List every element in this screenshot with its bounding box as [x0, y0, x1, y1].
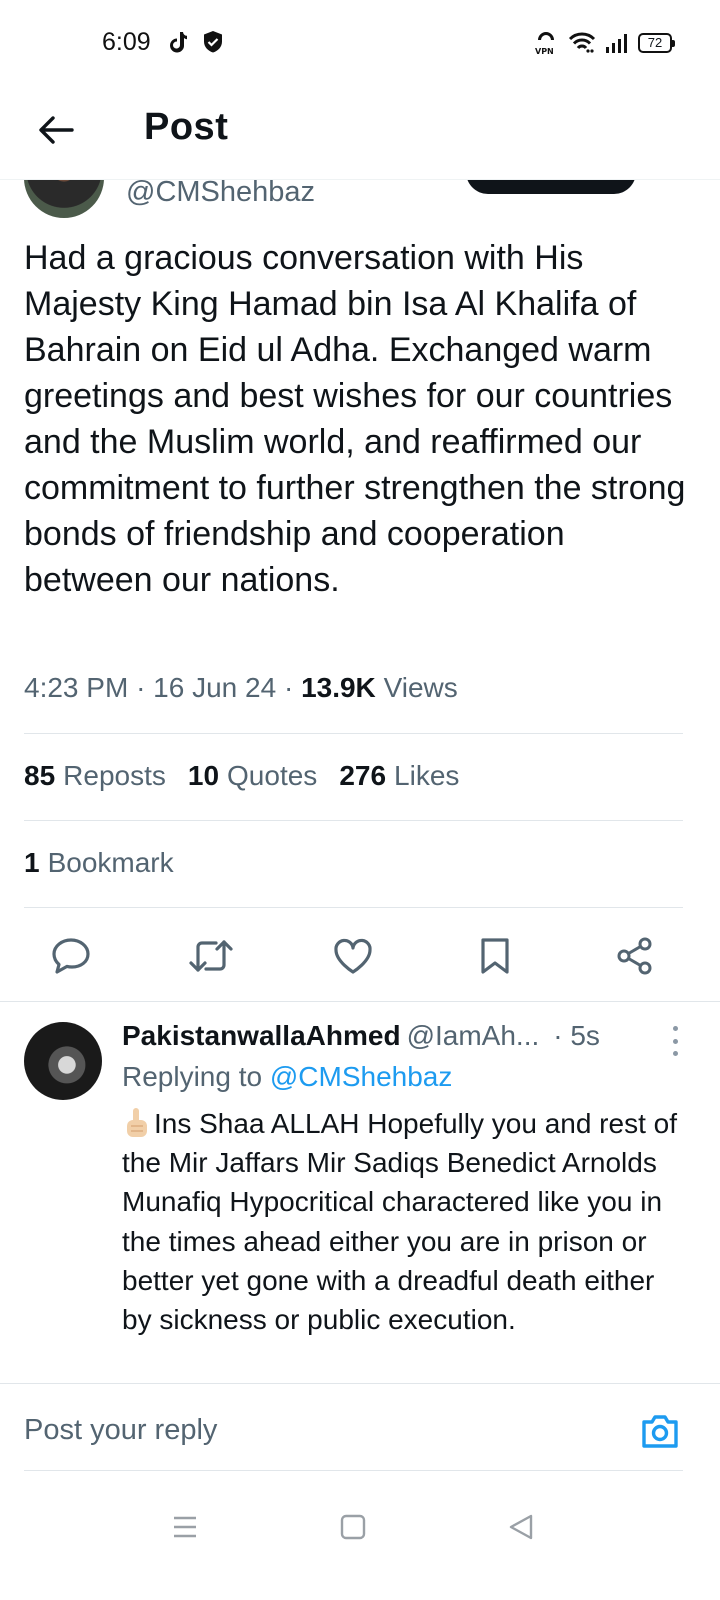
reposts-label: Reposts	[63, 760, 166, 791]
likes-label: Likes	[394, 760, 460, 791]
reply-icon	[52, 938, 90, 974]
system-nav-bar	[0, 1490, 720, 1600]
tweet-time: 4:23 PM	[24, 672, 129, 703]
bookmark-button[interactable]	[472, 930, 518, 982]
reply-time: · 5s	[553, 1020, 600, 1051]
author-row: @CMShehbaz	[0, 180, 720, 230]
replying-prefix: Replying to	[122, 1061, 263, 1092]
camera-button[interactable]	[640, 1412, 680, 1450]
divider	[24, 733, 683, 734]
back-button[interactable]	[34, 108, 78, 152]
author-avatar[interactable]	[24, 180, 104, 218]
tiktok-icon	[170, 32, 187, 53]
back-triangle-icon	[509, 1514, 533, 1540]
back-arrow-icon	[39, 116, 74, 144]
section-divider	[0, 1001, 720, 1002]
engagement-stats: 85 Reposts 10 Quotes 276 Likes	[24, 760, 459, 792]
wifi-icon	[568, 32, 596, 53]
shield-icon	[204, 31, 222, 53]
signal-icon	[606, 34, 627, 53]
battery-indicator: 72	[638, 33, 675, 53]
tweet-text: Had a gracious conversation with His Maj…	[24, 239, 686, 599]
bookmarks-count: 1	[24, 847, 40, 878]
quotes-count: 10	[187, 760, 220, 791]
share-icon	[617, 937, 652, 975]
meta-separator: ·	[283, 672, 294, 703]
pointing-up-emoji-icon	[127, 1108, 147, 1137]
home-square-icon	[340, 1514, 366, 1540]
tweet-meta: 4:23 PM · 16 Jun 24 · 13.9K Views	[24, 672, 458, 704]
more-icon[interactable]	[670, 1026, 680, 1056]
menu-nav-button[interactable]	[170, 1512, 200, 1542]
like-icon	[334, 938, 372, 974]
reply-body: Ins Shaa ALLAH Hopefully you and rest of…	[122, 1104, 682, 1339]
quotes-label: Quotes	[227, 760, 318, 791]
top-app-bar: Post	[0, 90, 720, 180]
menu-icon	[174, 1516, 196, 1538]
tweet-date: 16 Jun 24	[153, 672, 277, 703]
page-title: Post	[144, 106, 229, 148]
back-nav-button[interactable]	[506, 1512, 536, 1542]
camera-icon	[642, 1415, 678, 1448]
like-button[interactable]	[330, 930, 376, 982]
reply-item[interactable]: PakistanwallaAhmed @IamAh... · 5s Replying…	[0, 1018, 720, 1384]
bookmarks-stat[interactable]: 1 Bookmark	[24, 847, 174, 879]
likes-stat[interactable]: 276 Likes	[339, 760, 459, 792]
reply-composer[interactable]: Post your reply	[0, 1384, 720, 1470]
reply-author-handle[interactable]: @IamAh...	[407, 1020, 540, 1051]
views-label[interactable]: Views	[384, 672, 458, 703]
divider	[24, 820, 683, 821]
replying-mention[interactable]: @CMShehbaz	[270, 1061, 453, 1092]
meta-separator: ·	[136, 672, 146, 703]
reply-avatar[interactable]	[24, 1022, 102, 1100]
divider	[24, 1470, 683, 1471]
status-time: 6:09	[102, 28, 151, 56]
divider	[24, 907, 683, 908]
reposts-count: 85	[24, 760, 56, 791]
quotes-stat[interactable]: 10 Quotes	[188, 760, 317, 792]
reply-header: PakistanwallaAhmed @IamAh... · 5s	[122, 1020, 702, 1052]
reply-button[interactable]	[48, 930, 94, 982]
bookmarks-label: Bookmark	[47, 847, 174, 878]
home-nav-button[interactable]	[338, 1512, 368, 1542]
reply-author-name[interactable]: PakistanwallaAhmed	[122, 1020, 401, 1051]
likes-count: 276	[339, 760, 387, 791]
action-bar	[0, 930, 720, 982]
repost-icon	[189, 940, 233, 972]
bookmark-icon	[481, 938, 509, 974]
views-count[interactable]: 13.9K	[301, 672, 376, 703]
reply-input[interactable]: Post your reply	[24, 1414, 217, 1447]
vpn-icon: VPN	[535, 32, 554, 56]
replying-to: Replying to @CMShehbaz	[122, 1061, 452, 1093]
reposts-stat[interactable]: 85 Reposts	[24, 760, 166, 792]
status-bar: 6:09 VPN 72	[0, 0, 720, 90]
svg-text:VPN: VPN	[535, 47, 554, 56]
repost-button[interactable]	[188, 930, 234, 982]
author-handle[interactable]: @CMShehbaz	[126, 180, 315, 209]
follow-button[interactable]	[466, 180, 636, 194]
reply-text: Ins Shaa ALLAH Hopefully you and rest of…	[122, 1108, 677, 1336]
share-button[interactable]	[612, 930, 658, 982]
